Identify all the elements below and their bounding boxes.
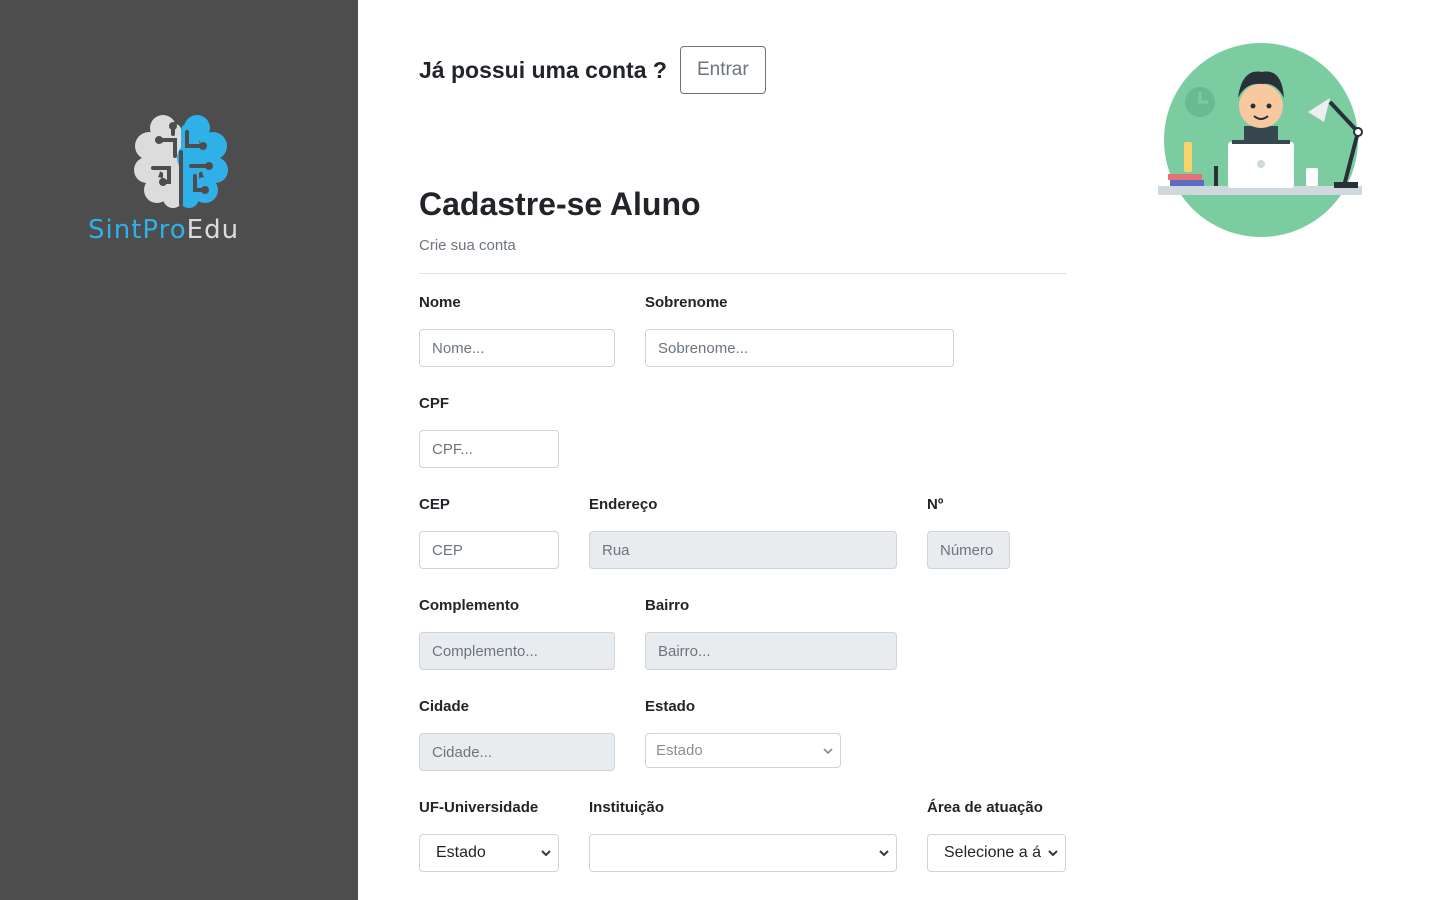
chevron-down-icon [1048,850,1058,857]
sobrenome-label: Sobrenome [645,294,728,311]
brain-logo-icon [134,115,228,208]
instituicao-select[interactable] [589,834,897,872]
chevron-down-icon [823,748,833,755]
cidade-label: Cidade [419,698,470,715]
logo: SintProEdu [88,112,280,252]
divider [419,273,1067,274]
cpf-label: CPF [419,395,449,412]
cidade-input: Cidade... [419,733,615,771]
area-atuacao-select[interactable]: Selecione a á [927,834,1066,872]
chevron-down-icon [879,850,889,857]
sobrenome-input[interactable]: Sobrenome... [645,329,954,367]
cep-input[interactable]: CEP [419,531,559,569]
chevron-down-icon [541,850,551,857]
page-title: Cadastre-se Aluno [419,186,701,222]
uf-universidade-select-value: Estado [436,844,486,861]
bairro-input: Bairro... [645,632,897,670]
student-illustration [1158,43,1363,237]
instituicao-label: Instituição [589,799,665,816]
area-atuacao-select-value: Selecione a á [944,844,1041,861]
signin-prompt: Já possui uma conta ? Entrar [419,46,766,94]
login-button[interactable]: Entrar [679,46,766,94]
estado-select-value: Estado [656,742,703,759]
numero-input: Número [927,531,1010,569]
signin-question: Já possui uma conta ? [419,56,667,83]
estado-select: Estado [645,733,841,768]
sidebar: SintProEdu [0,0,358,900]
estado-label: Estado [645,698,696,715]
endereco-input: Rua [589,531,897,569]
brand-name: SintProEdu [88,215,240,245]
uf-universidade-select[interactable]: Estado [419,834,559,872]
cpf-input[interactable]: CPF... [419,430,559,468]
numero-label: Nº [927,496,944,513]
uf-universidade-label: UF-Universidade [419,799,539,816]
complemento-input: Complemento... [419,632,615,670]
cep-label: CEP [419,496,450,513]
nome-label: Nome [419,294,461,311]
endereco-label: Endereço [589,496,658,513]
bairro-label: Bairro [645,597,690,614]
page-subtitle: Crie sua conta [419,237,516,254]
nome-input[interactable]: Nome... [419,329,615,367]
complemento-label: Complemento [419,597,520,614]
area-atuacao-label: Área de atuação [927,799,1043,816]
